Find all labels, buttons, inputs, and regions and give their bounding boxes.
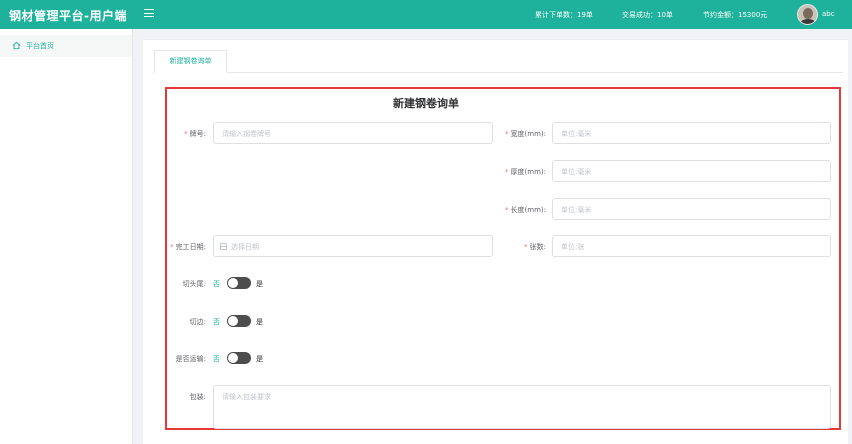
trim-edge-switch[interactable] xyxy=(227,315,251,327)
transport-switch[interactable] xyxy=(227,352,251,364)
transport-off-label: 否 xyxy=(213,355,220,363)
finish-date-picker[interactable]: 选择日期 xyxy=(213,235,493,257)
tab-bar-divider xyxy=(153,72,843,73)
sheets-input[interactable]: 单位:张 xyxy=(552,235,831,257)
sidebar-item-label: 平台首页 xyxy=(26,42,54,50)
trim-edge-on-label: 是 xyxy=(256,318,263,326)
home-icon xyxy=(12,41,21,50)
menu-toggle-icon[interactable] xyxy=(144,9,154,17)
brand-no-label: * 牌号: xyxy=(184,130,206,138)
finish-date-label: * 完工日期: xyxy=(170,243,206,251)
trim-edge-off-label: 否 xyxy=(213,318,220,326)
tab-new-coil-inquiry[interactable]: 新建钢卷询单 xyxy=(154,50,227,73)
avatar[interactable] xyxy=(797,4,818,25)
cut-head-off-label: 否 xyxy=(213,280,220,288)
top-bar: 钢材管理平台-用户端 累计下单数：19单 交易成功：10单 节约金额：15300… xyxy=(0,0,852,29)
stat-saved-amount: 节约金额：15300元 xyxy=(703,11,768,19)
cut-head-switch[interactable] xyxy=(227,277,251,289)
stat-total-orders: 累计下单数：19单 xyxy=(535,11,593,19)
sheets-label: * 张数: xyxy=(524,243,546,251)
sidebar-item-home[interactable]: 平台首页 xyxy=(0,35,132,57)
width-input[interactable]: 单位:毫米 xyxy=(552,122,831,144)
sidebar: 平台首页 xyxy=(0,29,133,444)
brand-no-input[interactable]: 请输入钢卷牌号 xyxy=(213,122,493,144)
trim-edge-label: 切边: xyxy=(189,318,206,326)
packaging-textarea[interactable]: 请输入包装要求 xyxy=(213,385,831,429)
cut-head-on-label: 是 xyxy=(256,280,263,288)
username[interactable]: abc xyxy=(822,10,835,18)
form-title: 新建钢卷询单 xyxy=(393,97,459,110)
transport-on-label: 是 xyxy=(256,355,263,363)
stat-successful-trades: 交易成功：10单 xyxy=(622,11,673,19)
thickness-label: * 厚度(mm): xyxy=(505,168,546,176)
calendar-icon xyxy=(220,243,227,250)
cut-head-label: 切头尾: xyxy=(182,280,206,288)
thickness-input[interactable]: 单位:毫米 xyxy=(552,160,831,182)
transport-label: 是否运输: xyxy=(175,355,206,363)
width-label: * 宽度(mm): xyxy=(505,130,546,138)
length-label: * 长度(mm): xyxy=(505,206,546,214)
length-input[interactable]: 单位:毫米 xyxy=(552,198,831,220)
packaging-label: 包装: xyxy=(189,393,206,401)
app-title: 钢材管理平台-用户端 xyxy=(9,9,127,23)
